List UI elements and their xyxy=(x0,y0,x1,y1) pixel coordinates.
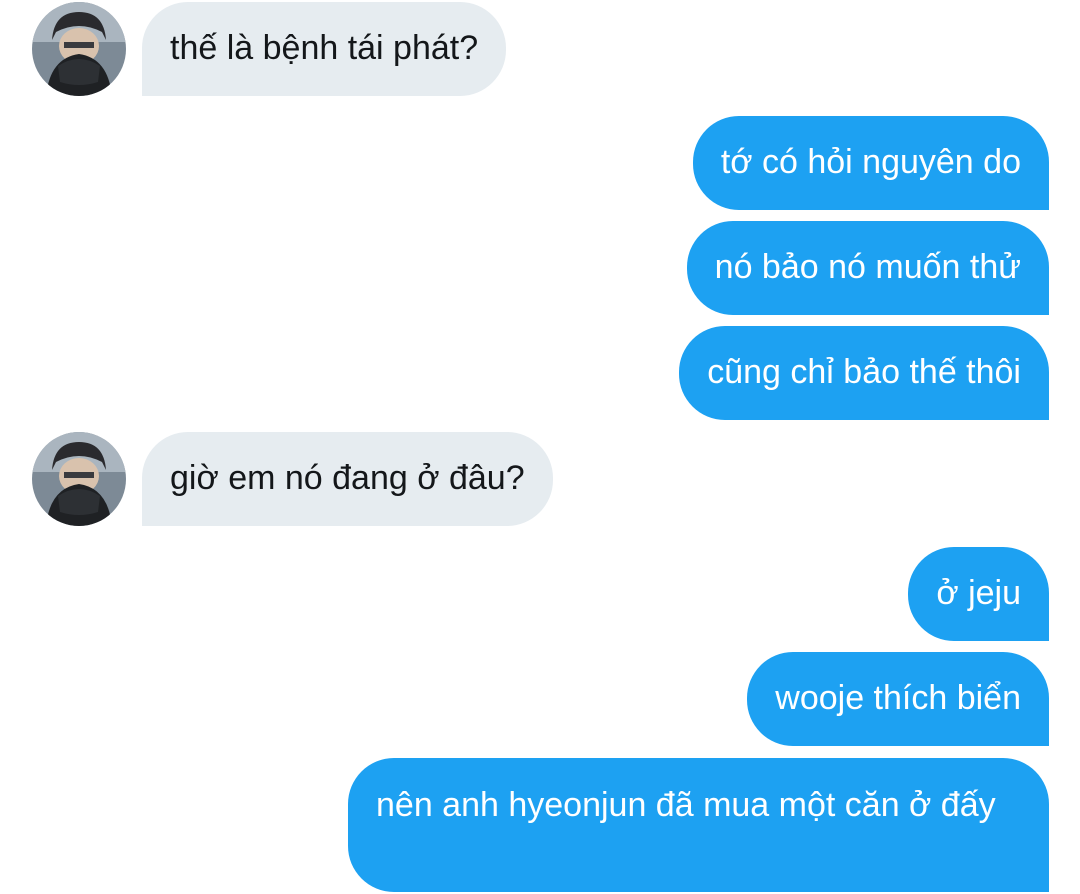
message-text: nên anh hyeonjun đã mua một căn ở đấy xyxy=(376,786,996,824)
message-text: giờ em nó đang ở đâu? xyxy=(170,459,525,497)
message-text: wooje thích biển xyxy=(775,679,1021,717)
avatar-photo-icon xyxy=(32,432,126,526)
message-bubble-sent[interactable]: cũng chỉ bảo thế thôi xyxy=(679,326,1049,420)
message-bubble-sent[interactable]: ở jeju xyxy=(908,547,1049,641)
message-text: thế là bệnh tái phát? xyxy=(170,29,479,67)
chat-screen: { "conversation": { "messages": [ { "sid… xyxy=(0,0,1080,894)
message-text: tớ có hỏi nguyên do xyxy=(720,143,1021,181)
avatar-photo-icon xyxy=(32,2,126,96)
message-bubble-received[interactable]: thế là bệnh tái phát? xyxy=(142,2,507,96)
message-bubble-sent[interactable]: nên anh hyeonjun đã mua một căn ở đấy xyxy=(348,758,1049,892)
message-text: cũng chỉ bảo thế thôi xyxy=(707,353,1021,391)
message-bubble-sent[interactable]: wooje thích biển xyxy=(747,652,1049,746)
message-bubble-received[interactable]: giờ em nó đang ở đâu? xyxy=(142,432,553,526)
message-bubble-sent[interactable]: tớ có hỏi nguyên do xyxy=(692,116,1049,210)
message-text: nó bảo nó muốn thử xyxy=(714,248,1021,286)
message-bubble-sent[interactable]: nó bảo nó muốn thử xyxy=(686,221,1049,315)
avatar[interactable] xyxy=(32,2,126,96)
avatar[interactable] xyxy=(32,432,126,526)
message-text: ở jeju xyxy=(936,574,1021,612)
